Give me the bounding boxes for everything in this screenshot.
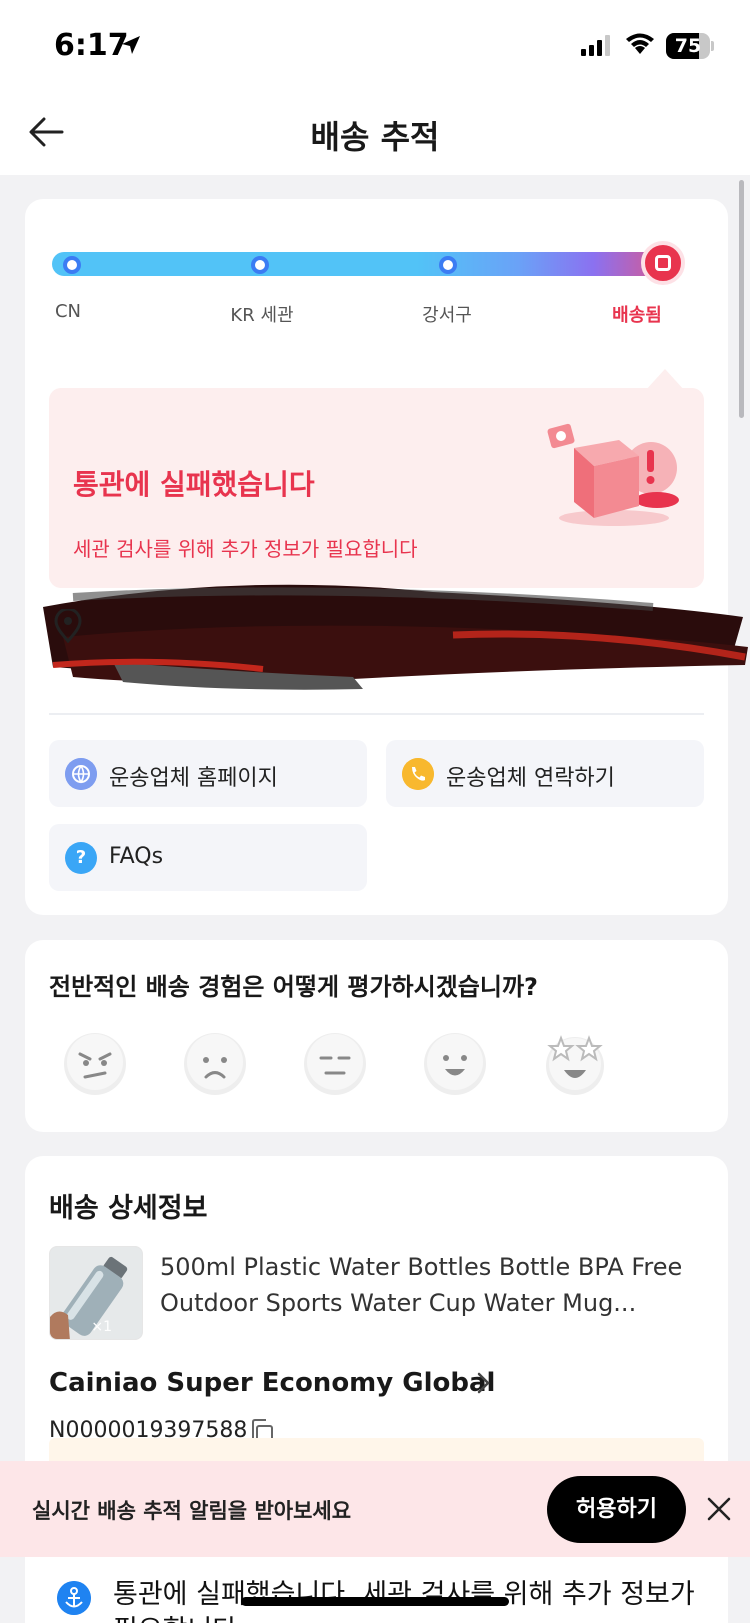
- status-bar: 6:17 75: [0, 0, 750, 90]
- signal-icon: [581, 35, 610, 56]
- carrier-homepage-label: 운송업체 홈페이지: [109, 766, 278, 791]
- chevron-right-icon[interactable]: [473, 1370, 493, 1396]
- carrier-homepage-button[interactable]: 운송업체 홈페이지: [49, 740, 367, 807]
- nav-bar: 배송 추적: [0, 90, 750, 175]
- details-title: 배송 상세정보: [49, 1193, 208, 1224]
- alert-subtitle: 세관 검사를 위해 추가 정보가 필요합니다: [73, 537, 418, 561]
- banner-text: 실시간 배송 추적 알림을 받아보세요: [32, 1499, 352, 1523]
- progress-track: [52, 252, 682, 276]
- sad-face-icon[interactable]: [183, 1032, 247, 1096]
- product-name[interactable]: 500ml Plastic Water Bottles Bottle BPA F…: [160, 1249, 700, 1321]
- question-icon: ?: [65, 842, 97, 874]
- divider: [49, 713, 704, 715]
- customs-alert: 통관에 실패했습니다 세관 검사를 위해 추가 정보가 필요합니다: [49, 388, 704, 588]
- close-icon[interactable]: [705, 1495, 733, 1523]
- rating-question: 전반적인 배송 경험은 어떻게 평가하시겠습니까?: [49, 973, 538, 1001]
- progress-node-cn: [63, 256, 81, 274]
- progress-node-customs: [251, 256, 269, 274]
- rating-card: 전반적인 배송 경험은 어떻게 평가하시겠습니까?: [25, 940, 728, 1132]
- anchor-icon: [57, 1581, 91, 1615]
- battery-icon: 75: [666, 33, 714, 59]
- location-pin-icon: [54, 609, 82, 643]
- neutral-face-icon[interactable]: [303, 1032, 367, 1096]
- step-label-delivered: 배송됨: [612, 305, 662, 326]
- latest-event-row: 통관에 실패했습니다. 세관 검사를 위해 추가 정보가 필요합니다: [25, 1557, 728, 1623]
- scrollbar[interactable]: [739, 180, 744, 418]
- step-label-cn: CN: [54, 301, 82, 322]
- product-quantity: ×1: [91, 1319, 112, 1335]
- happy-face-icon[interactable]: [423, 1032, 487, 1096]
- location-arrow-icon: [122, 36, 140, 54]
- tracking-card: CN KR 세관 강서구 배송됨 통관에 실패했습니다 세관 검사를 위해 추가…: [25, 199, 748, 915]
- step-label-district: 강서구: [422, 305, 472, 326]
- angry-face-icon[interactable]: [63, 1032, 127, 1096]
- package-warning-icon: [547, 423, 679, 526]
- allow-notifications-button[interactable]: 허용하기: [547, 1476, 686, 1543]
- carrier-name[interactable]: Cainiao Super Economy Global: [49, 1368, 495, 1398]
- faqs-button[interactable]: ? FAQs: [49, 824, 367, 891]
- star-eyes-face-icon[interactable]: [543, 1032, 607, 1096]
- product-thumbnail[interactable]: ×1: [49, 1246, 143, 1340]
- redacted-address-scribble: [43, 584, 748, 690]
- faqs-label: FAQs: [109, 844, 164, 869]
- notification-banner: 실시간 배송 추적 알림을 받아보세요 허용하기: [0, 1461, 750, 1557]
- delivered-box-icon: [641, 241, 685, 285]
- home-indicator[interactable]: [241, 1597, 509, 1606]
- status-time: 6:17: [54, 28, 129, 63]
- alert-title: 통관에 실패했습니다: [73, 468, 315, 501]
- globe-icon: [65, 758, 97, 790]
- contact-carrier-label: 운송업체 연락하기: [446, 766, 615, 791]
- contact-carrier-button[interactable]: 운송업체 연락하기: [386, 740, 704, 807]
- step-label-customs: KR 세관: [230, 305, 294, 326]
- wifi-icon: [626, 33, 654, 54]
- progress-node-district: [439, 256, 457, 274]
- battery-level: 75: [674, 35, 702, 57]
- page-title: 배송 추적: [310, 118, 440, 156]
- phone-icon: [402, 758, 434, 790]
